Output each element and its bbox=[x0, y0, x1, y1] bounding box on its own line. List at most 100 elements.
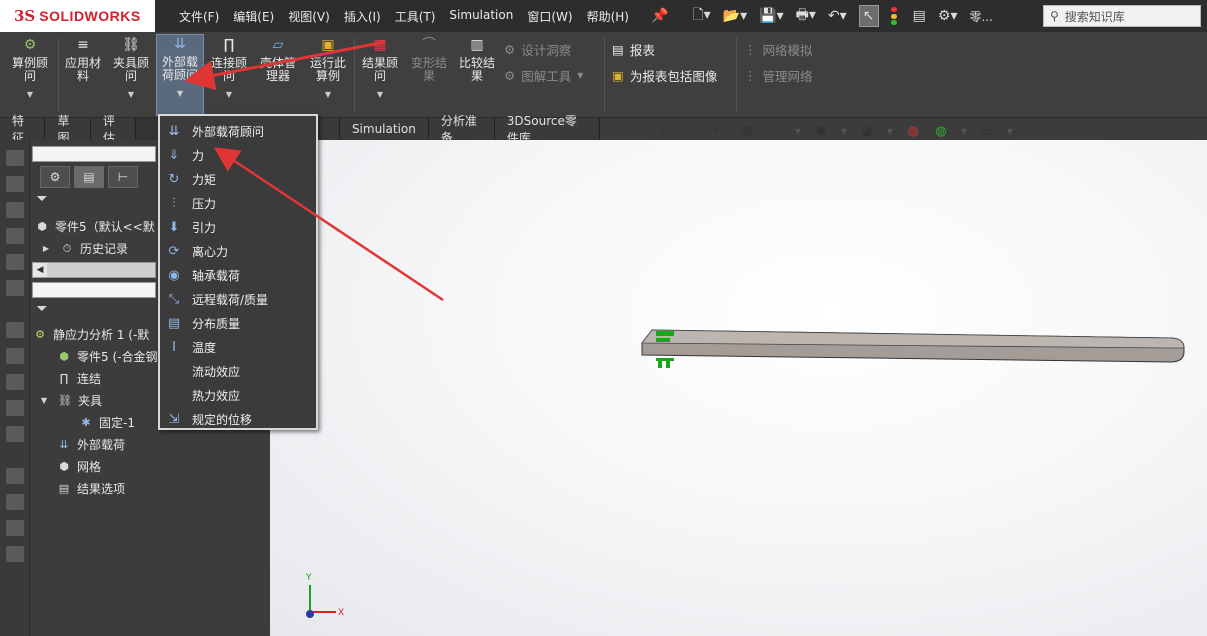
run-study-button[interactable]: ▣ 运行此 算例 ▼ bbox=[304, 36, 352, 101]
strip-tool-icon[interactable] bbox=[5, 254, 24, 270]
chevron-down-icon[interactable]: ▼ bbox=[794, 122, 802, 140]
report-button[interactable]: ▤ 报表 bbox=[612, 40, 655, 59]
tree-connections[interactable]: ∏ 连结 bbox=[56, 370, 101, 387]
filter-icon-2[interactable]: ⏷ bbox=[34, 301, 50, 317]
previous-view-icon[interactable]: ↶ bbox=[710, 122, 728, 140]
menu-force[interactable]: ⇓ 力 bbox=[160, 143, 316, 167]
menu-centrifugal[interactable]: ⟳ 离心力 bbox=[160, 239, 316, 263]
menu-distributed-mass[interactable]: ▤ 分布质量 bbox=[160, 311, 316, 335]
strip-tool-icon[interactable] bbox=[5, 400, 24, 416]
menu-edit[interactable]: 编辑(E) bbox=[233, 8, 274, 25]
tab-features[interactable]: 特征 bbox=[0, 114, 46, 145]
tab-simulation[interactable]: Simulation bbox=[339, 118, 429, 140]
shell-manager-button[interactable]: ▱ 壳体管 理器 bbox=[254, 36, 302, 83]
properties-icon[interactable]: ▤ bbox=[913, 8, 926, 24]
print-icon[interactable]: 🖶▾ bbox=[796, 4, 816, 28]
open-icon[interactable]: 📂▾ bbox=[723, 8, 747, 24]
strip-tool-icon[interactable] bbox=[5, 150, 24, 166]
menu-help[interactable]: 帮助(H) bbox=[587, 8, 629, 25]
connections-advisor-button[interactable]: ∏ 连接顾 问 ▼ bbox=[206, 36, 252, 101]
menu-simulation[interactable]: Simulation bbox=[449, 8, 513, 25]
menu-flow-effects[interactable]: 流动效应 bbox=[160, 359, 316, 383]
fixtures-advisor-button[interactable]: ⛓ 夹具顾 问 ▼ bbox=[108, 36, 154, 101]
menu-remote-load[interactable]: ⤡ 远程载荷/质量 bbox=[160, 287, 316, 311]
strip-tool-icon[interactable] bbox=[5, 202, 24, 218]
tree-fixed-1[interactable]: ✱ 固定-1 bbox=[78, 414, 135, 431]
strip-tool-icon[interactable] bbox=[5, 228, 24, 244]
filter-input[interactable] bbox=[32, 146, 156, 162]
zoom-to-fit-icon[interactable]: ⌕ bbox=[654, 122, 672, 140]
menu-gravity[interactable]: ⬇ 引力 bbox=[160, 215, 316, 239]
tree-history[interactable]: ▶ ⏱ 历史记录 bbox=[38, 240, 128, 257]
traffic-light-icon[interactable] bbox=[890, 7, 901, 25]
tree-part-item[interactable]: ⬢ 零件5 (-合金钢 bbox=[56, 348, 157, 365]
menu-external-loads-advisor[interactable]: ⇊ 外部载荷顾问 bbox=[160, 119, 316, 143]
chevron-down-icon[interactable]: ▼ bbox=[840, 122, 848, 140]
section-view-icon[interactable]: ▥ bbox=[738, 122, 756, 140]
property-tab-icon[interactable]: ▤ bbox=[74, 166, 104, 188]
include-image-button[interactable]: ▣ 为报表包括图像 bbox=[612, 66, 717, 85]
new-doc-icon[interactable]: 🗋▾ bbox=[692, 4, 710, 28]
plot-tools-button[interactable]: ⚙ 图解工具 ▼ bbox=[504, 66, 583, 85]
menu-torque[interactable]: ↻ 力矩 bbox=[160, 167, 316, 191]
menu-window[interactable]: 窗口(W) bbox=[527, 8, 572, 25]
tab-evaluate[interactable]: 评估 bbox=[90, 114, 137, 145]
menu-insert[interactable]: 插入(I) bbox=[344, 8, 381, 25]
strip-tool-icon[interactable] bbox=[5, 546, 24, 562]
tools-label[interactable]: 零... bbox=[969, 8, 992, 25]
menu-file[interactable]: 文件(F) bbox=[179, 8, 219, 25]
filter-icon[interactable]: ⏷ bbox=[34, 191, 50, 207]
view-settings-icon[interactable]: ▭ bbox=[978, 122, 996, 140]
scroll-left-icon[interactable]: ◀ bbox=[33, 263, 47, 277]
view-orientation-icon[interactable]: ⬡ bbox=[766, 122, 784, 140]
tree-result-options[interactable]: ▤ 结果选项 bbox=[56, 480, 125, 497]
menu-prescribed-displacement[interactable]: ⇲ 规定的位移 bbox=[160, 407, 316, 431]
tab-analysis-prep[interactable]: 分析准备 bbox=[428, 114, 495, 145]
select-cursor-icon[interactable]: ↖ bbox=[858, 5, 879, 27]
strip-tool-icon[interactable] bbox=[5, 468, 24, 484]
chevron-down-icon[interactable]: ▼ bbox=[1006, 122, 1014, 140]
menu-temperature[interactable]: Ⅰ 温度 bbox=[160, 335, 316, 359]
strip-tool-icon[interactable] bbox=[5, 494, 24, 510]
tab-sketch[interactable]: 草图 bbox=[45, 114, 91, 145]
tree-fixtures[interactable]: ▼ ⛓ 夹具 bbox=[36, 392, 102, 409]
zoom-area-icon[interactable]: ⌕ bbox=[682, 122, 700, 140]
appearance-icon[interactable]: ◍ bbox=[904, 122, 922, 140]
chevron-down-icon[interactable]: ▼ bbox=[886, 122, 894, 140]
options-gear-icon[interactable]: ⚙▾ bbox=[938, 8, 958, 24]
tree-part-root[interactable]: ⬢ 零件5（默认<<默 bbox=[34, 218, 155, 235]
menu-tools[interactable]: 工具(T) bbox=[395, 8, 436, 25]
external-loads-advisor-button[interactable]: ⇊ 外部载 荷顾问 ▼ bbox=[156, 34, 204, 116]
menu-bearing-load[interactable]: ◉ 轴承载荷 bbox=[160, 263, 316, 287]
strip-tool-icon[interactable] bbox=[5, 176, 24, 192]
menu-thermal-effects[interactable]: 热力效应 bbox=[160, 383, 316, 407]
undo-icon[interactable]: ↶▾ bbox=[828, 8, 847, 24]
tree-mesh[interactable]: ⬢ 网格 bbox=[56, 458, 101, 475]
tree-study[interactable]: ⚙ 静应力分析 1 (-默 bbox=[32, 326, 149, 343]
deformed-result-button[interactable]: ⌒ 变形结 果 bbox=[406, 36, 452, 83]
tree-external-loads[interactable]: ⇊ 外部载荷 bbox=[56, 436, 125, 453]
save-icon[interactable]: 💾▾ bbox=[759, 8, 783, 24]
design-insight-button[interactable]: ⚙ 设计洞察 bbox=[504, 40, 571, 59]
scene-icon[interactable]: ◍ bbox=[932, 122, 950, 140]
compare-results-button[interactable]: ▥ 比较结 果 bbox=[454, 36, 500, 83]
strip-tool-icon[interactable] bbox=[5, 426, 24, 442]
graphics-area[interactable]: Y X bbox=[270, 140, 1207, 636]
strip-tool-icon[interactable] bbox=[5, 280, 24, 296]
manage-network-button[interactable]: ⋮ 管理网络 bbox=[744, 66, 813, 85]
pin-icon[interactable]: 📌 bbox=[651, 8, 668, 24]
strip-tool-icon[interactable] bbox=[5, 520, 24, 536]
solidworks-logo[interactable]: 3S SOLIDWORKS bbox=[0, 0, 155, 32]
horizontal-scrollbar[interactable]: ◀ bbox=[32, 262, 156, 278]
apply-material-button[interactable]: ≡ 应用材 料 bbox=[60, 36, 106, 83]
results-advisor-button[interactable]: ▦ 结果顾 问 ▼ bbox=[356, 36, 404, 101]
strip-tool-icon[interactable] bbox=[5, 348, 24, 364]
filter-input-2[interactable] bbox=[32, 282, 156, 298]
hide-show-icon[interactable]: ◕ bbox=[858, 122, 876, 140]
config-tab-icon[interactable]: ⊢ bbox=[108, 166, 138, 188]
strip-tool-icon[interactable] bbox=[5, 322, 24, 338]
strip-tool-icon[interactable] bbox=[5, 374, 24, 390]
menu-pressure[interactable]: ⫶ 压力 bbox=[160, 191, 316, 215]
chevron-down-icon[interactable]: ▼ bbox=[960, 122, 968, 140]
study-advisor-button[interactable]: ⚙ 算例顾 问 ▼ bbox=[6, 36, 54, 101]
